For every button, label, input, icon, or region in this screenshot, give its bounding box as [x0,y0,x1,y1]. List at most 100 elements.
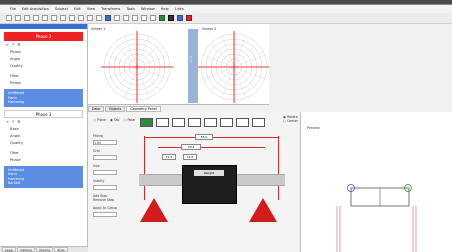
list-item[interactable]: Bartlett [8,181,79,186]
cut-icon[interactable] [42,15,48,21]
menu-subject[interactable]: Subject [55,7,68,11]
phase-tools: ✕ T ☰ [0,118,87,126]
grid-field[interactable] [93,155,117,160]
weight-label: Weight [194,170,224,176]
shape-g-icon[interactable] [236,118,249,127]
filter-label: Filter [10,150,19,155]
reset-icon[interactable] [150,15,156,21]
fitting-value-field[interactable]: 1.00 [93,140,117,145]
filter-label: Filter [10,74,19,78]
menu-tools[interactable]: Tools [126,7,135,11]
new-icon[interactable] [6,15,12,21]
radio-plane[interactable]: ○ Plane [93,118,106,122]
menu-file[interactable]: File [10,7,16,11]
filter-phase-label: Phase [10,81,21,85]
filter-list[interactable]: Unfiltered Hann Hamming Bartlett [4,165,83,188]
radio-center[interactable]: ○ Center [283,119,298,123]
layer-panel: Phase 2 ✕ T ☰ Phase Angle Quality Filter… [0,24,88,252]
radio-tab[interactable]: ◉ Tab [110,118,120,122]
shape-b-icon[interactable] [156,118,169,127]
viewer-polar-plots[interactable] [88,31,269,105]
select-icon[interactable] [105,15,111,21]
align-icon[interactable]: ☰ [17,120,20,124]
app-window: File Edit Acquisition Subject Edit View … [0,4,452,252]
remove-step-button[interactable]: Remove Step [93,198,138,202]
shape-c-icon[interactable] [172,118,185,127]
quality-label: Quality [10,64,23,68]
list-item[interactable]: Hamming [8,100,79,105]
menu-view[interactable]: View [87,7,95,11]
dim-left[interactable]: 12.5 [162,154,176,160]
axis-icon[interactable] [132,15,138,21]
print-icon[interactable] [33,15,39,21]
view-options: ◉ Rotate ○ Center [283,115,298,123]
grid-icon[interactable] [123,15,129,21]
menu-transforms[interactable]: Transforms [101,7,120,11]
viewer-title: Viewer 2 [202,27,217,31]
menu-window[interactable]: Window [141,7,155,11]
dim-line [213,137,279,138]
grid-label: Grid [93,149,100,153]
menu-help[interactable]: Help [161,7,169,11]
guide-line [144,136,145,200]
x-icon[interactable]: ✕ [6,120,9,124]
info-icon[interactable] [177,15,183,21]
redo-icon[interactable] [78,15,84,21]
rotate-icon[interactable] [141,15,147,21]
viewer-slider[interactable] [188,29,198,103]
shape-icons [140,118,265,127]
dim-top[interactable]: 55.0 [195,134,213,140]
toolbar [0,13,452,24]
filter-list[interactable]: Unfiltered Hann Hamming [4,89,83,107]
tab-layer[interactable]: Layer [2,247,17,252]
shape-f-icon[interactable] [220,118,233,127]
menu-bar: File Edit Acquisition Subject Edit View … [0,5,452,13]
radio-polar[interactable]: ○ Polar [124,118,136,122]
quality-label: Quality [10,140,23,145]
copy-icon[interactable] [51,15,57,21]
dim-mid[interactable]: 30.2 [181,144,201,150]
preview-drawing[interactable] [301,112,452,252]
record-icon[interactable] [186,15,192,21]
pan-icon[interactable] [96,15,102,21]
quality-field[interactable] [93,185,117,190]
zoom-icon[interactable] [87,15,93,21]
menu-edit[interactable]: Edit [74,7,81,11]
slider-label: 1 / 1 [189,56,193,63]
geometry-panel: ○ Plane ◉ Tab ○ Polar Fitting 1.00 Grid … [88,112,300,252]
run-icon[interactable] [159,15,165,21]
save-icon[interactable] [24,15,30,21]
stop-icon[interactable] [168,15,174,21]
dim-line [145,137,195,138]
menu-edit-acquisition[interactable]: Edit Acquisition [22,7,49,11]
shape-h-icon[interactable] [252,118,265,127]
tab-tools[interactable]: Tools [54,247,68,252]
left-support [140,198,168,222]
base-label: Base [10,126,19,131]
t-icon[interactable]: T [12,120,14,124]
size-field[interactable] [93,170,117,175]
phase-header[interactable]: Phase 3 [4,109,83,118]
t-icon[interactable]: T [12,43,14,47]
panel-title-bar [0,24,87,29]
undo-icon[interactable] [69,15,75,21]
tab-volume[interactable]: Volume [35,247,54,252]
measure-icon[interactable] [114,15,120,21]
phase-header-active[interactable]: Phase 2 [4,32,83,41]
shape-a-icon[interactable] [140,118,153,127]
paste-icon[interactable] [60,15,66,21]
align-icon[interactable]: ☰ [17,43,20,47]
phase-tools: ✕ T ☰ [0,41,87,49]
menu-links[interactable]: Links [175,7,184,11]
left-tabs: Layer Options Volume Tools [0,246,88,252]
angle-label: Angle [10,133,21,138]
left-polar-plot [101,31,173,103]
dim-right[interactable]: 12.5 [183,154,197,160]
apply-group-field[interactable] [93,212,117,217]
angle-label: Angle [10,57,21,61]
x-icon[interactable]: ✕ [6,43,9,47]
open-icon[interactable] [15,15,21,21]
shape-d-icon[interactable] [188,118,201,127]
tab-options[interactable]: Options [17,247,35,252]
shape-e-icon[interactable] [204,118,217,127]
